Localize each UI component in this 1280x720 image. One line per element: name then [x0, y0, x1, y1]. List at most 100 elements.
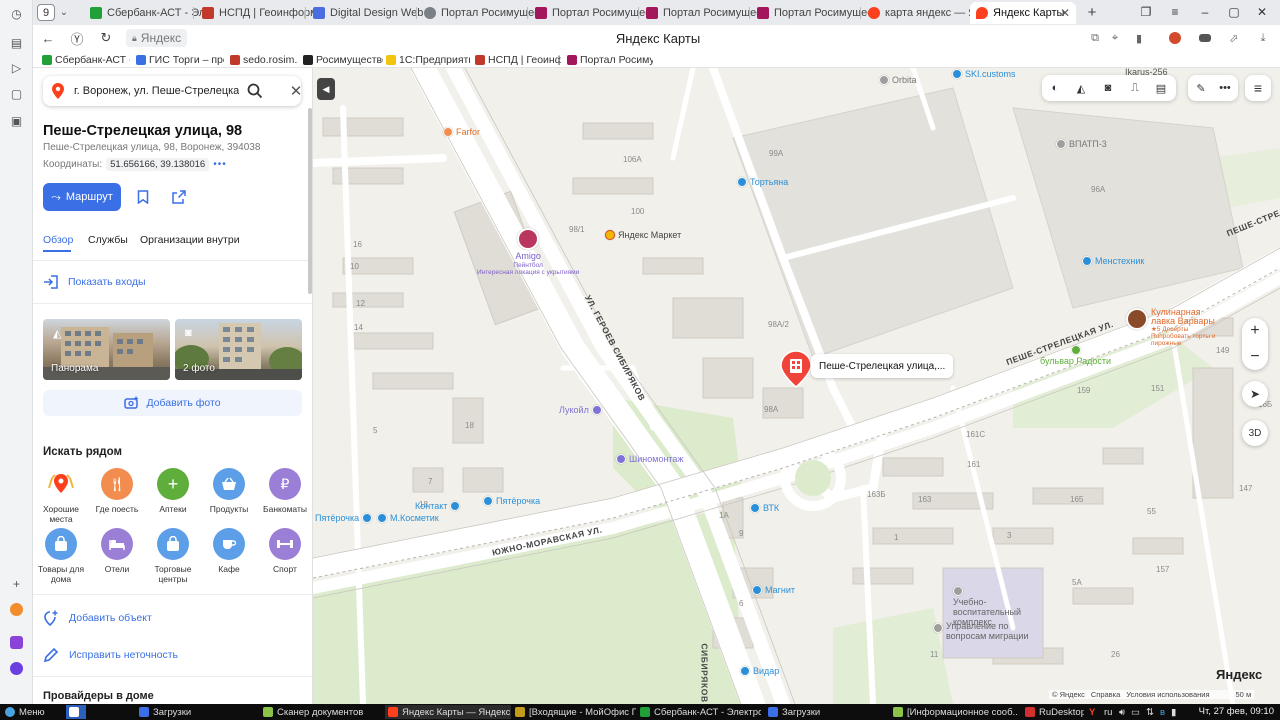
extension-icon-1[interactable]	[1167, 30, 1183, 46]
category-home-goods[interactable]: Товары для дома	[33, 528, 89, 584]
camera-layer-icon[interactable]: ◙	[1099, 79, 1117, 97]
tab-services[interactable]: Службы	[88, 234, 128, 246]
hamburger-menu-icon[interactable]: ≡	[1245, 75, 1271, 101]
location-icon[interactable]: ⌖	[1107, 30, 1123, 46]
panorama-layer-icon[interactable]: ◭	[1072, 79, 1090, 97]
tab-nspd[interactable]: НСПД | Геоинформ	[196, 2, 322, 24]
tab-rosim-2[interactable]: Портал Росимущес	[529, 2, 655, 24]
show-entrances-link[interactable]: Показать входы	[43, 275, 146, 289]
taskbar-item[interactable]: Загрузки	[765, 705, 887, 719]
poi-magnit[interactable]: Магнит	[752, 585, 795, 595]
taskbar-item[interactable]: [Информационное сооб...	[890, 705, 1018, 719]
poi-orbita[interactable]: Orbita	[879, 75, 917, 85]
window-close-icon[interactable]: ✕	[1254, 4, 1270, 20]
ruler-icon[interactable]: ✎	[1192, 79, 1210, 97]
menu-icon[interactable]: ≡	[1167, 4, 1183, 20]
poi-kontakt[interactable]: Контакт	[415, 501, 461, 511]
poi-amigo[interactable]: Amigo Пейнтбол Интересная локация с укры…	[477, 228, 579, 276]
fix-inaccuracy-link[interactable]: Исправить неточность	[43, 647, 178, 663]
bookmark-item[interactable]: 1С:Предприятие	[386, 52, 470, 67]
search-icon[interactable]	[246, 82, 264, 100]
tab-yandex-maps[interactable]: Яндекс Карты ✕	[970, 2, 1076, 24]
yandex-tray-icon[interactable]: Y	[1086, 705, 1100, 719]
new-tab-button[interactable]: +	[1084, 4, 1100, 21]
bookmark-item[interactable]: ГИС Торги – прод	[136, 52, 224, 67]
clear-search-icon[interactable]: ✕	[287, 82, 305, 100]
collections-icon[interactable]: ▤	[8, 34, 25, 51]
geolocation-button[interactable]: ➤	[1242, 381, 1268, 407]
panorama-thumbnail[interactable]: ◭ Панорама	[43, 319, 170, 380]
selected-place-marker[interactable]	[779, 350, 813, 388]
tab-rosim-4[interactable]: Портал Росимущес	[751, 2, 877, 24]
bluetooth-icon[interactable]: ʙ	[1160, 707, 1165, 718]
category-groceries[interactable]: Продукты	[201, 468, 257, 514]
clipboard-icon[interactable]: ▭	[1131, 707, 1140, 718]
route-button[interactable]: ⤳ Маршрут	[43, 183, 121, 211]
bookmark-button[interactable]	[129, 183, 157, 211]
poi-bulvar-radosti[interactable]: бульвар Радости	[1040, 345, 1111, 366]
poi-ski-customs[interactable]: SKI.customs	[952, 69, 1016, 79]
maximize-icon[interactable]: ▢	[1226, 4, 1242, 20]
poi-shinomontazh[interactable]: Шиномонтаж	[616, 454, 683, 464]
category-cafe[interactable]: Кафе	[201, 528, 257, 574]
3d-button[interactable]: 3D	[1242, 420, 1268, 446]
app-icon-orange[interactable]	[8, 601, 25, 618]
extension-icon-2[interactable]	[1197, 30, 1213, 46]
terms-link[interactable]: Условия использования	[1126, 690, 1209, 699]
tab-digital-design[interactable]: Digital Design Web	[307, 2, 433, 24]
add-object-link[interactable]: Добавить объект	[43, 610, 152, 626]
tabcount-icon[interactable]: ▢	[8, 85, 25, 102]
bookmarks-icon[interactable]: ❐	[1138, 4, 1154, 20]
tab-rosim-1[interactable]: Портал Росимущес	[418, 2, 544, 24]
category-food[interactable]: 🍴︎ Где поесть	[89, 468, 145, 514]
tab-rosim-3[interactable]: Портал Росимущес	[640, 2, 766, 24]
reload-icon[interactable]: ↻	[98, 30, 114, 46]
poi-vidar[interactable]: Видар	[740, 666, 779, 676]
coordinates-more-button[interactable]: •••	[213, 159, 227, 170]
map-view[interactable]: УЛ. ГЕРОЕВ СИБИРЯКОВ ПЕШЕ-СТРЕЛЕЦКАЯ УЛ.…	[313, 68, 1280, 704]
start-menu-button[interactable]: Меню	[2, 705, 64, 719]
category-good-places[interactable]: Хорошие места	[33, 468, 89, 524]
add-icon[interactable]: +	[8, 575, 25, 592]
history-icon[interactable]: ◷	[8, 5, 25, 22]
poi-vtk[interactable]: ВТК	[750, 503, 779, 513]
poi-pyaterochka[interactable]: Пятёрочка	[483, 496, 540, 506]
zoom-in-button[interactable]: +	[1242, 318, 1268, 344]
chevron-down-icon[interactable]: ⌄	[57, 4, 71, 21]
download-icon[interactable]: ⤓	[1255, 30, 1271, 46]
poi-farfor[interactable]: Farfor	[443, 127, 480, 137]
help-link[interactable]: Справка	[1091, 690, 1120, 699]
marker-label[interactable]: Пеше-Стрелецкая улица,...	[811, 354, 954, 378]
share-icon[interactable]: ⬀	[1226, 30, 1242, 46]
poi-lukoil[interactable]: Лукойл	[559, 405, 602, 415]
yandex-y-icon[interactable]: Ⓨ	[69, 30, 85, 47]
app-icon-alice[interactable]	[8, 660, 25, 677]
bookmark-item[interactable]: sedo.rosim.ru	[230, 52, 298, 67]
bookmark-item[interactable]: Портал Росимущ	[567, 52, 653, 67]
bookmark-item[interactable]: Сбербанк-АСТ -	[42, 52, 130, 67]
category-hotels[interactable]: Отели	[89, 528, 145, 574]
bookmark-item[interactable]: НСПД | Геоинфор	[475, 52, 561, 67]
search-box[interactable]: г. Воронеж, ул. Пеше-Стрелецкая, д. ✕	[43, 76, 302, 106]
category-atm[interactable]: ₽ Банкоматы	[257, 468, 312, 514]
category-sport[interactable]: Спорт	[257, 528, 312, 574]
taskbar-item[interactable]: Сбербанк-АСТ - Электро...	[637, 705, 761, 719]
battery-icon[interactable]: ▮	[1171, 707, 1176, 718]
more-icon[interactable]: •••	[1216, 79, 1234, 97]
clock[interactable]: Чт, 27 фев, 09:10	[1199, 706, 1274, 717]
bookmark-item[interactable]: Росимущество	[303, 52, 383, 67]
taskbar-item[interactable]: Загрузки	[136, 705, 258, 719]
map-type-icon[interactable]: ▤	[1152, 79, 1170, 97]
play-icon[interactable]: ▷	[8, 59, 25, 76]
taskbar-item[interactable]: Сканер документов	[260, 705, 382, 719]
minimize-icon[interactable]: –	[1197, 4, 1213, 20]
panel-scrollbar[interactable]	[308, 108, 312, 294]
tab-overview[interactable]: Обзор	[43, 234, 73, 246]
photos-thumbnail[interactable]: ◙ 2 фото	[175, 319, 302, 380]
category-malls[interactable]: Торговые центры	[145, 528, 201, 584]
poi-migration[interactable]: Управление по вопросам миграции	[933, 621, 1033, 641]
app-icon-purple[interactable]	[8, 634, 25, 651]
zoom-out-button[interactable]: −	[1242, 344, 1268, 370]
tab-organizations[interactable]: Организации внутри	[140, 234, 240, 246]
coordinates-value[interactable]: 51.656166, 39.138016	[106, 158, 210, 171]
